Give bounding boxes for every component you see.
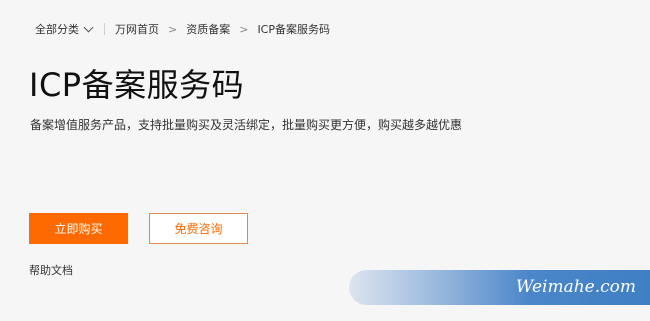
all-categories-label: 全部分类	[35, 23, 79, 36]
chevron-down-icon	[83, 22, 94, 32]
breadcrumb-home[interactable]: 万网首页	[115, 21, 159, 37]
all-categories-dropdown[interactable]: 全部分类	[35, 21, 94, 37]
free-consult-button[interactable]: 免费咨询	[149, 213, 248, 244]
help-docs-link[interactable]: 帮助文档	[29, 262, 73, 278]
nav-divider	[104, 23, 105, 35]
buy-now-button[interactable]: 立即购买	[29, 213, 128, 244]
breadcrumb-separator: >	[239, 22, 249, 36]
watermark-banner: Weimahe.com	[349, 270, 650, 305]
page-title: ICP备案服务码	[29, 66, 245, 104]
breadcrumb-qualification-filing[interactable]: 资质备案	[186, 21, 230, 37]
top-nav: 全部分类 万网首页 > 资质备案 > ICP备案服务码	[35, 19, 330, 39]
breadcrumb-separator: >	[168, 22, 178, 36]
breadcrumb-current: ICP备案服务码	[257, 23, 330, 36]
page-subtitle: 备案增值服务产品，支持批量购买及灵活绑定，批量购买更方便，购买越多越优惠	[30, 118, 463, 132]
watermark-text: Weimahe.com	[515, 277, 636, 297]
